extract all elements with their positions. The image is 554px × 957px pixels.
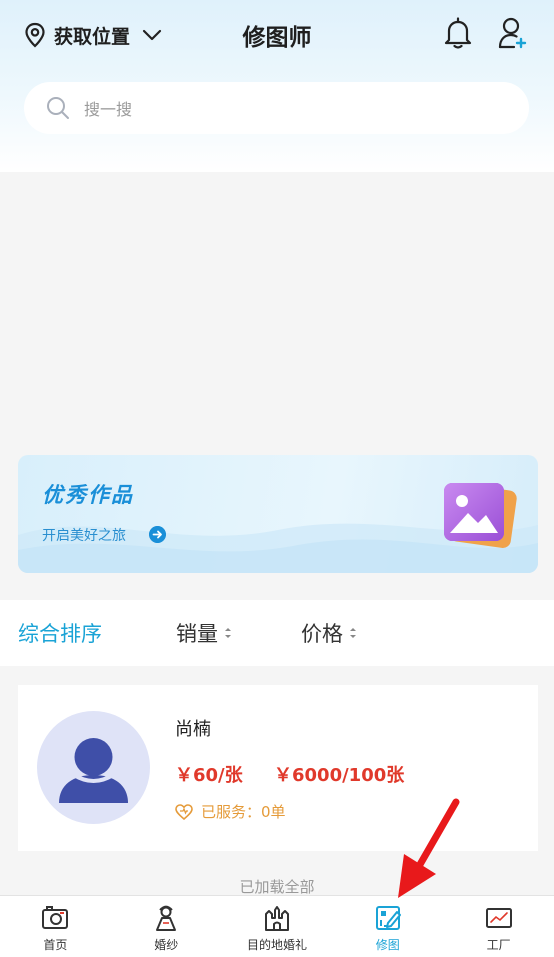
tab-factory[interactable]: 工厂 <box>443 896 554 957</box>
avatar <box>37 711 150 824</box>
tab-label: 婚纱 <box>154 938 179 952</box>
tab-retouch[interactable]: 修图 <box>332 896 443 957</box>
bottom-tab-bar: 首页 婚纱 目的地婚礼 修图 工厂 <box>0 895 554 957</box>
search-bar[interactable]: 搜一搜 <box>24 82 529 134</box>
bride-icon <box>156 905 177 931</box>
tab-wedding-dress[interactable]: 婚纱 <box>111 896 222 957</box>
tab-label: 目的地婚礼 <box>246 938 307 952</box>
list-end-text: 已加载全部 <box>239 878 315 896</box>
price-per-photo: ￥60/张 <box>175 765 243 786</box>
tab-label: 工厂 <box>486 938 511 952</box>
sort-toggle-icon <box>350 628 356 638</box>
served-text: 已服务：0单 <box>201 803 286 821</box>
tab-home[interactable]: 首页 <box>0 896 111 957</box>
promo-title: 优秀作品 <box>42 483 134 507</box>
sort-toggle-icon <box>225 628 231 638</box>
castle-icon <box>264 906 289 931</box>
tab-destination-wedding[interactable]: 目的地婚礼 <box>222 896 333 957</box>
price-bulk: ￥6000/100张 <box>274 765 405 786</box>
user-avatar-icon <box>59 738 128 803</box>
tab-label: 修图 <box>375 938 400 952</box>
sort-label: 综合排序 <box>18 622 102 646</box>
served-count: 已服务：0单 <box>175 801 286 822</box>
sort-bar: 综合排序 销量 价格 <box>0 600 554 666</box>
chart-icon <box>485 908 512 928</box>
sort-comprehensive[interactable]: 综合排序 <box>18 618 102 648</box>
camera-icon <box>42 906 69 929</box>
featured-works-banner[interactable]: 优秀作品 开启美好之旅 <box>18 455 538 573</box>
retoucher-name: 尚楠 <box>175 719 211 740</box>
header: 获取位置 修图师 搜一搜 <box>0 0 554 172</box>
user-add-icon[interactable] <box>497 16 529 50</box>
sort-label: 价格 <box>301 622 343 646</box>
search-input[interactable]: 搜一搜 <box>84 96 132 120</box>
arrow-right-icon[interactable] <box>149 526 166 543</box>
heart-icon <box>175 803 193 820</box>
tab-label: 首页 <box>43 938 68 952</box>
sort-label: 销量 <box>176 622 218 646</box>
pointer-arrow-annotation <box>398 798 460 898</box>
bell-icon[interactable] <box>442 16 474 50</box>
sort-price[interactable]: 价格 <box>301 618 357 648</box>
banner-placeholder <box>0 172 554 456</box>
gallery-image-icon <box>444 483 517 548</box>
promo-subtitle: 开启美好之旅 <box>42 528 126 544</box>
edit-photo-icon <box>375 906 401 930</box>
search-icon <box>47 97 69 119</box>
sort-sales[interactable]: 销量 <box>176 618 232 648</box>
